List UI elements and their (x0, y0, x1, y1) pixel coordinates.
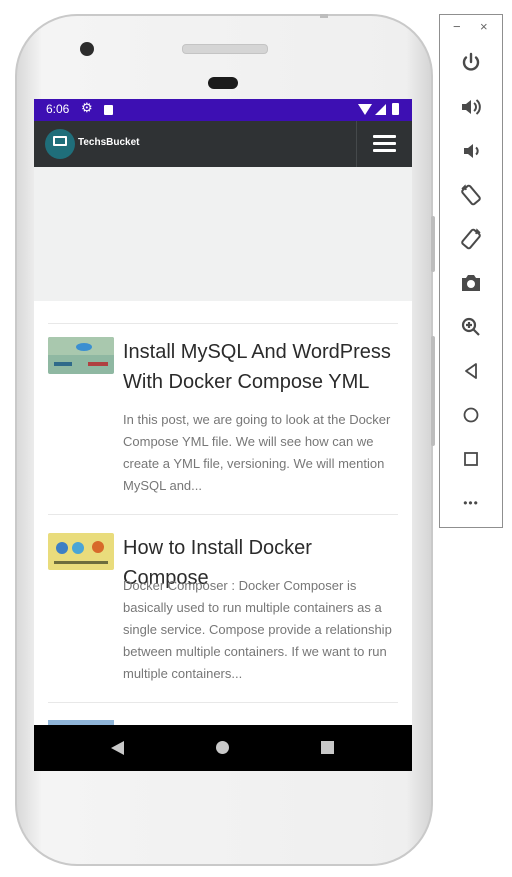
emulator-toolbar: − × ••• (439, 14, 503, 528)
battery-icon (392, 103, 399, 115)
volume-down-button[interactable] (457, 137, 485, 165)
list-divider (48, 514, 398, 515)
post-thumbnail-docker-compose[interactable] (48, 533, 114, 570)
minimize-window-button[interactable]: − (453, 19, 461, 34)
logo-monitor-icon (53, 136, 67, 146)
back-button[interactable] (457, 357, 485, 385)
rotate-right-button[interactable] (457, 225, 485, 253)
home-button[interactable] (457, 401, 485, 429)
back-icon (465, 363, 477, 379)
header-divider (356, 121, 357, 167)
volume-up-icon (462, 99, 481, 115)
status-bar: 6:06 ⚙ (34, 99, 412, 121)
more-button[interactable]: ••• (457, 489, 485, 517)
status-time: 6:06 (46, 102, 70, 116)
zoom-button[interactable] (457, 313, 485, 341)
site-name[interactable]: TechsBucket (78, 137, 140, 148)
phone-top-detail (320, 14, 328, 18)
post-item[interactable]: How to Install Docker Compose Docker Com… (48, 533, 398, 693)
menu-line-icon (373, 149, 396, 152)
post-thumbnail-mysql-wordpress[interactable] (48, 337, 114, 374)
nav-recents-icon[interactable] (321, 741, 334, 754)
menu-line-icon (373, 135, 396, 138)
rotate-right-icon (461, 228, 481, 250)
post-excerpt: Docker Composer : Docker Composer is bas… (123, 578, 392, 681)
post-title[interactable]: Install MySQL And WordPress With Docker … (123, 337, 398, 397)
more-icon: ••• (463, 496, 479, 510)
power-button[interactable] (457, 49, 485, 77)
phone-power-button (431, 336, 435, 446)
nav-home-icon[interactable] (216, 741, 229, 754)
site-header: TechsBucket (34, 121, 412, 167)
proximity-sensor (208, 77, 238, 89)
settings-gear-icon: ⚙ (81, 100, 93, 115)
hamburger-menu-button[interactable] (368, 131, 402, 157)
screenshot-button[interactable] (457, 269, 485, 297)
zoom-icon (461, 317, 480, 336)
power-icon (462, 52, 480, 71)
home-icon (463, 407, 479, 423)
earpiece-speaker (182, 44, 268, 54)
close-window-button[interactable]: × (480, 19, 488, 34)
nav-back-icon[interactable] (111, 741, 124, 755)
device-screen: 6:06 ⚙ TechsBucket Install MySQL And Wor… (34, 99, 412, 771)
overview-icon (464, 452, 478, 466)
post-list: Install MySQL And WordPress With Docker … (34, 301, 412, 725)
post-item[interactable]: Install MySQL And WordPress With Docker … (48, 337, 398, 507)
volume-down-icon (464, 144, 479, 158)
front-camera-icon (80, 42, 94, 56)
post-excerpt: In this post, we are going to look at th… (123, 412, 391, 493)
phone-volume-button (431, 216, 435, 272)
wifi-icon (358, 104, 372, 115)
ad-placeholder (34, 167, 412, 301)
list-divider (48, 702, 398, 703)
sd-card-icon (104, 105, 113, 115)
android-nav-bar (34, 725, 412, 771)
menu-line-icon (373, 142, 396, 145)
overview-button[interactable] (457, 445, 485, 473)
rotate-left-button[interactable] (457, 181, 485, 209)
camera-icon (462, 275, 480, 291)
volume-up-button[interactable] (457, 93, 485, 121)
list-divider (48, 323, 398, 324)
cell-signal-icon (375, 104, 386, 115)
rotate-left-icon (461, 184, 481, 206)
